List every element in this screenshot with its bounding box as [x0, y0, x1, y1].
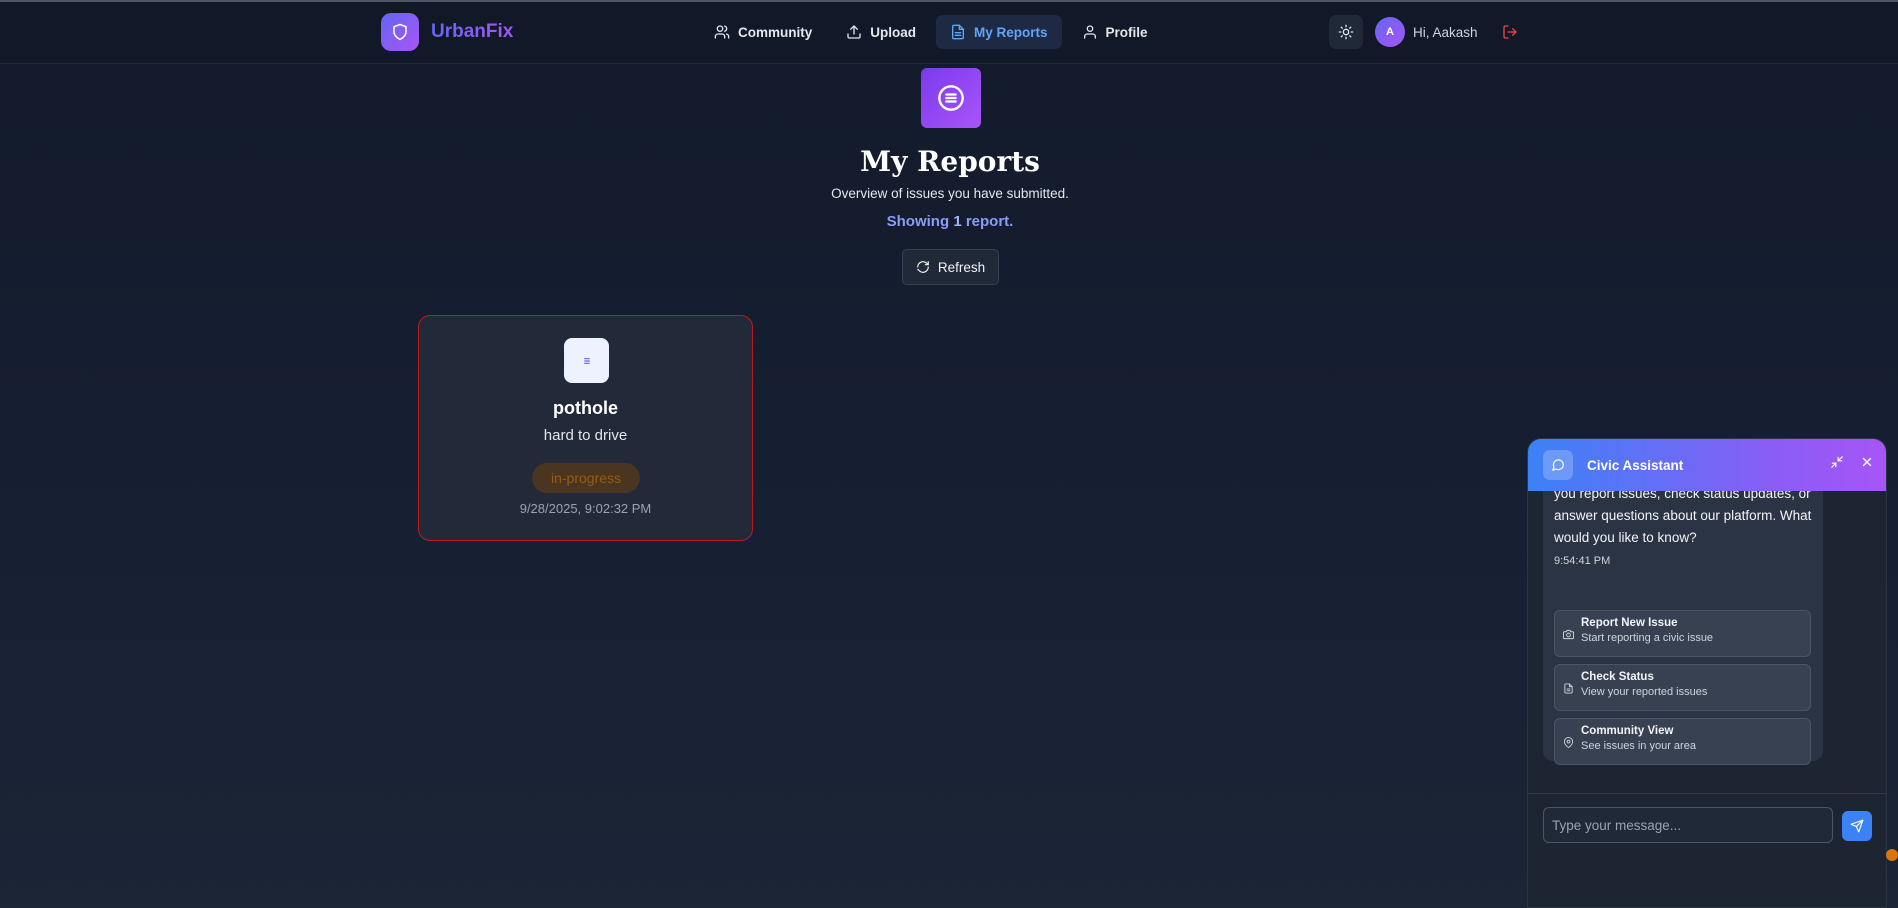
- showing-prefix: Showing: [886, 213, 950, 230]
- chat-header: Civic Assistant: [1528, 439, 1886, 491]
- shield-icon: [381, 13, 419, 51]
- refresh-label: Refresh: [937, 259, 986, 275]
- nav-community-label: Community: [738, 24, 813, 40]
- showing-count: 1: [953, 213, 962, 230]
- report-title: pothole: [553, 398, 618, 418]
- send-icon: [1850, 819, 1864, 833]
- quick-action-title: Report New Issue: [1581, 617, 1678, 629]
- minimize-icon[interactable]: [1830, 455, 1844, 474]
- assistant-message-text: you report issues, check status updates,…: [1554, 491, 1812, 545]
- camera-icon: [1563, 627, 1574, 645]
- message-icon: [1543, 450, 1573, 480]
- page-subtitle: Overview of issues you have submitted.: [831, 186, 1069, 201]
- showing-suffix: report.: [965, 213, 1014, 230]
- users-icon: [714, 25, 730, 39]
- main-nav: Community Upload My Reports Profile: [700, 15, 1162, 49]
- reports-list-icon: [921, 68, 981, 128]
- chat-divider: [1528, 793, 1886, 794]
- upload-icon: [847, 25, 861, 39]
- nav-profile[interactable]: Profile: [1068, 15, 1162, 49]
- brand[interactable]: UrbanFix: [381, 13, 513, 51]
- assistant-message: you report issues, check status updates,…: [1543, 491, 1823, 765]
- quick-action-community-view[interactable]: Community View See issues in your area: [1554, 718, 1811, 765]
- top-navbar: UrbanFix Community Upload My Reports Pro…: [0, 2, 1898, 64]
- report-date: 9/28/2025, 9:02:32 PM: [519, 501, 652, 516]
- sun-icon: [1338, 24, 1354, 40]
- floating-indicator: [1886, 849, 1898, 861]
- logout-icon: [1502, 25, 1517, 39]
- quick-action-subtitle: Start reporting a civic issue: [1581, 632, 1714, 644]
- chat-actions: [1830, 455, 1874, 474]
- refresh-icon: [917, 261, 929, 273]
- user-area: A Hi, Aakash: [1329, 15, 1518, 49]
- quick-action-subtitle: See issues in your area: [1581, 740, 1696, 752]
- quick-action-check-status[interactable]: Check Status View your reported issues: [1554, 664, 1811, 711]
- quick-action-title: Check Status: [1581, 671, 1654, 683]
- chat-message-input[interactable]: [1543, 807, 1833, 843]
- report-card[interactable]: pothole hard to drive in-progress 9/28/2…: [418, 315, 753, 541]
- chat-messages[interactable]: you report issues, check status updates,…: [1528, 491, 1886, 831]
- nav-upload-label: Upload: [870, 24, 916, 40]
- user-greeting: Hi, Aakash: [1413, 24, 1478, 40]
- report-description: hard to drive: [543, 427, 628, 444]
- report-count-text: Showing 1 report.: [0, 213, 1898, 230]
- nav-my-reports-label: My Reports: [974, 24, 1048, 40]
- chat-widget: Civic Assistant you report issues, check…: [1527, 438, 1887, 908]
- user-icon: [1083, 25, 1096, 39]
- nav-community[interactable]: Community: [700, 15, 826, 49]
- close-icon[interactable]: [1860, 455, 1874, 474]
- brand-name: UrbanFix: [431, 21, 514, 42]
- message-time: 9:54:41 PM: [1554, 555, 1611, 567]
- refresh-button[interactable]: Refresh: [902, 249, 999, 285]
- status-badge: in-progress: [532, 463, 640, 493]
- file-icon: [952, 24, 964, 40]
- report-list-icon: [564, 338, 609, 383]
- chat-title: Civic Assistant: [1587, 457, 1684, 473]
- quick-action-title: Community View: [1581, 725, 1674, 737]
- file-icon: [1563, 681, 1574, 699]
- map-pin-icon: [1563, 735, 1574, 753]
- quick-action-report-new-issue[interactable]: Report New Issue Start reporting a civic…: [1554, 610, 1811, 657]
- page-title: My Reports: [860, 145, 1040, 178]
- avatar[interactable]: A: [1375, 17, 1405, 47]
- send-button[interactable]: [1842, 811, 1872, 841]
- nav-upload[interactable]: Upload: [832, 15, 930, 49]
- quick-action-subtitle: View your reported issues: [1581, 686, 1708, 698]
- nav-my-reports[interactable]: My Reports: [936, 15, 1062, 49]
- theme-toggle-button[interactable]: [1329, 15, 1363, 49]
- nav-profile-label: Profile: [1105, 24, 1148, 40]
- logout-button[interactable]: [1502, 24, 1518, 40]
